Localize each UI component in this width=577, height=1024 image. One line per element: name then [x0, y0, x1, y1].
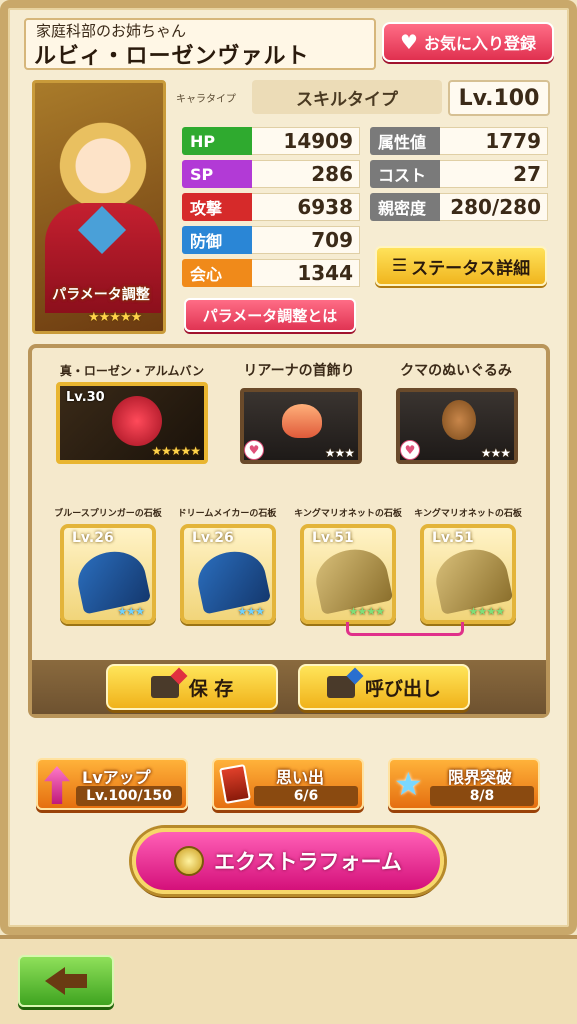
- heart-icon: ♥: [400, 30, 418, 54]
- weapon-stars: ★★★★★: [151, 444, 201, 458]
- rarity-stars: ★★★★★: [88, 310, 142, 325]
- back-button[interactable]: [18, 955, 114, 1007]
- status-detail-label: ステータス詳細: [411, 258, 531, 279]
- stat-hp: HP 14909: [182, 127, 360, 155]
- favorite-button[interactable]: ♥ お気に入り登録: [382, 22, 554, 62]
- stat-value: 14909: [252, 127, 360, 155]
- param-adjust-info-button[interactable]: パラメータ調整とは: [184, 298, 356, 332]
- slate-stars: ★★★★: [468, 605, 505, 618]
- extra-form-label: エクストラフォーム: [214, 850, 402, 874]
- chara-type-value: スキルタイプ: [252, 80, 442, 114]
- memories-label: 思い出: [276, 768, 325, 787]
- stat-label: HP: [182, 127, 252, 155]
- param-adjust-label: パラメータ調整: [52, 287, 150, 303]
- stat-label: コスト: [370, 160, 440, 188]
- stat-intimacy: 親密度 280/280: [370, 193, 548, 221]
- load-icon: [326, 676, 355, 698]
- slate-title: ブルースプリンガーの石板: [54, 509, 162, 519]
- slate-slot-4[interactable]: Lv.51 ★★★★: [420, 524, 516, 624]
- slate-title: キングマリオネットの石板: [414, 509, 522, 519]
- stat-value: 280/280: [440, 193, 548, 221]
- slate-stars: ★★★: [117, 605, 145, 618]
- level-up-button[interactable]: Lvアップ Lv.100/150: [36, 758, 188, 810]
- necklace-stars: ★★★: [324, 446, 355, 460]
- extra-form-button[interactable]: エクストラフォーム: [132, 828, 444, 894]
- status-detail-button[interactable]: ☰ ステータス詳細: [375, 246, 547, 286]
- chara-type-label: キャラタイプ: [176, 94, 236, 105]
- slate-level: Lv.26: [72, 530, 114, 546]
- weapon-slot[interactable]: Lv.30 ★★★★★: [56, 382, 208, 464]
- slate-slot-1[interactable]: Lv.26 ★★★: [60, 524, 156, 624]
- stat-value: 286: [252, 160, 360, 188]
- slate-level: Lv.51: [312, 530, 354, 546]
- character-level: Lv.100: [448, 80, 550, 116]
- memories-value: 6/6: [254, 786, 358, 806]
- back-arrow-icon: [45, 967, 65, 995]
- stat-label: SP: [182, 160, 252, 188]
- load-button[interactable]: 呼び出し: [298, 664, 470, 710]
- set-bonus-bracket: [346, 622, 464, 636]
- card-icon: [219, 764, 251, 804]
- slate-level: Lv.26: [192, 530, 234, 546]
- list-icon: ☰: [391, 256, 408, 276]
- stat-value: 1779: [440, 127, 548, 155]
- save-icon: [150, 676, 179, 698]
- stat-defense: 防御 709: [182, 226, 360, 254]
- slate-level: Lv.51: [432, 530, 474, 546]
- stat-sp: SP 286: [182, 160, 360, 188]
- stat-value: 27: [440, 160, 548, 188]
- level-up-value: Lv.100/150: [76, 786, 182, 806]
- slate-title: キングマリオネットの石板: [294, 509, 402, 519]
- teddy-bear-slot[interactable]: ♥ ★★★: [396, 388, 518, 464]
- save-label: 保 存: [188, 677, 234, 700]
- star-icon: ★: [394, 765, 423, 803]
- stat-value: 6938: [252, 193, 360, 221]
- stat-label: 親密度: [370, 193, 440, 221]
- favorite-button-label: お気に入り登録: [423, 34, 536, 53]
- limit-break-button[interactable]: ★ 限界突破 8/8: [388, 758, 540, 810]
- stat-label: 防御: [182, 226, 252, 254]
- stat-label: 属性値: [370, 127, 440, 155]
- slate-stars: ★★★: [237, 605, 265, 618]
- teddy-bear-icon: [442, 400, 476, 440]
- slate-slot-3[interactable]: Lv.51 ★★★★: [300, 524, 396, 624]
- character-name: ルビィ・ローゼンヴァルト: [34, 44, 310, 69]
- necklace-slot[interactable]: ♥ ★★★: [240, 388, 362, 464]
- save-button[interactable]: 保 存: [106, 664, 278, 710]
- limit-break-label: 限界突破: [448, 768, 513, 787]
- up-arrow-icon: [44, 766, 70, 804]
- coin-icon: [174, 846, 205, 876]
- teddy-bear-stars: ★★★: [480, 446, 511, 460]
- stat-value: 709: [252, 226, 360, 254]
- stat-attribute: 属性値 1779: [370, 127, 548, 155]
- slate-stars: ★★★★: [348, 605, 385, 618]
- memories-button[interactable]: 思い出 6/6: [212, 758, 364, 810]
- weapon-icon: [112, 396, 162, 446]
- portrait-face: [55, 113, 151, 209]
- necklace-icon: [282, 404, 322, 438]
- weapon-level: Lv.30: [66, 390, 105, 405]
- stat-label: 攻撃: [182, 193, 252, 221]
- slate-slot-2[interactable]: Lv.26 ★★★: [180, 524, 276, 624]
- limit-break-value: 8/8: [430, 786, 534, 806]
- level-up-label: Lvアップ: [82, 768, 151, 787]
- stat-value: 1344: [252, 259, 360, 287]
- heart-lock-icon: ♥: [400, 440, 420, 460]
- load-label: 呼び出し: [364, 677, 441, 700]
- heart-lock-icon: ♥: [244, 440, 264, 460]
- item-title: クマのぬいぐるみ: [400, 363, 512, 379]
- stat-cost: コスト 27: [370, 160, 548, 188]
- stat-attack: 攻撃 6938: [182, 193, 360, 221]
- stat-critical: 会心 1344: [182, 259, 360, 287]
- back-arrow-shaft: [65, 974, 87, 988]
- accessory-title: リアーナの首飾り: [243, 363, 355, 379]
- slate-title: ドリームメイカーの石板: [177, 509, 277, 519]
- stat-label: 会心: [182, 259, 252, 287]
